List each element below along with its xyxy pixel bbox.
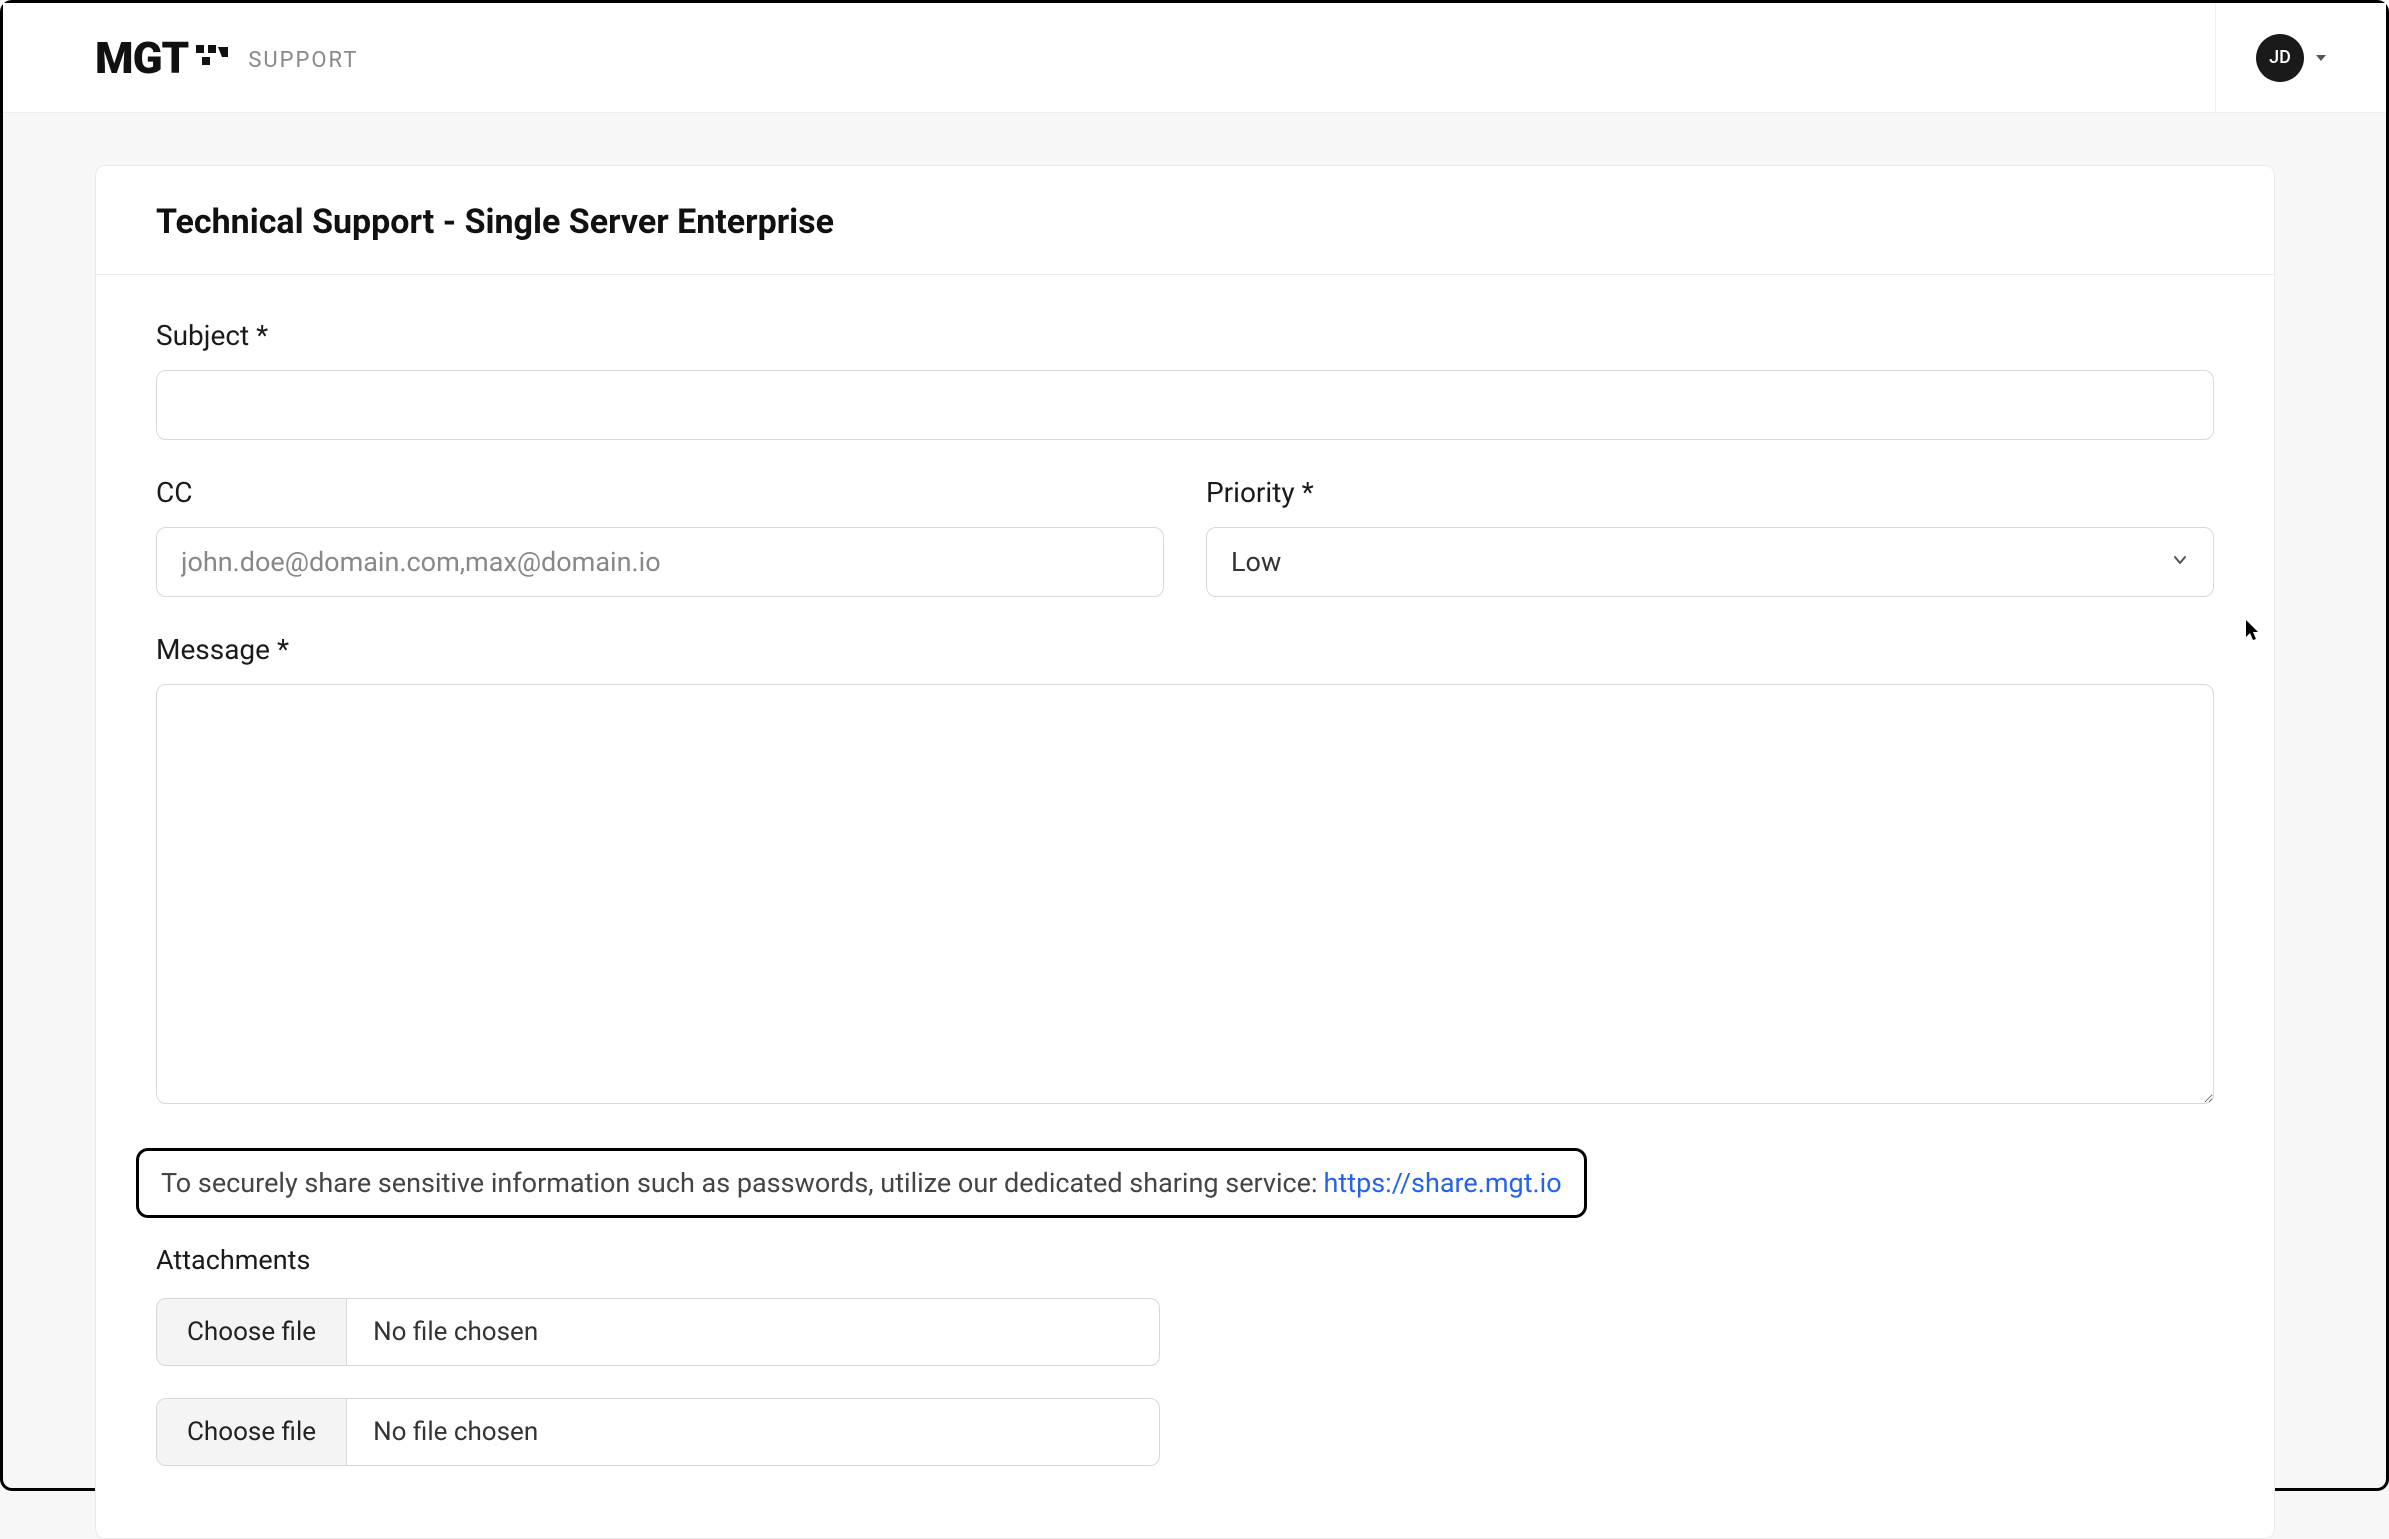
cc-input[interactable] (156, 527, 1164, 597)
subject-input[interactable] (156, 370, 2214, 440)
cc-label: CC (156, 476, 1164, 509)
notice-text: To securely share sensitive information … (161, 1167, 1318, 1199)
attachment-row-2: Choose file No file chosen (156, 1398, 1160, 1466)
subject-group: Subject * (156, 319, 2214, 440)
logo-mark-icon (196, 41, 230, 75)
secure-share-notice: To securely share sensitive information … (136, 1148, 1587, 1218)
message-textarea[interactable] (156, 684, 2214, 1104)
card-header: Technical Support - Single Server Enterp… (96, 166, 2274, 275)
secure-share-link[interactable]: https://share.mgt.io (1324, 1167, 1562, 1199)
main-content: Technical Support - Single Server Enterp… (3, 113, 2386, 1539)
brand: MGT SUPPORT (95, 32, 358, 84)
file-status: No file chosen (347, 1399, 564, 1465)
message-label: Message * (156, 633, 2214, 666)
avatar: JD (2256, 34, 2304, 82)
cc-group: CC (156, 476, 1164, 597)
choose-file-button[interactable]: Choose file (157, 1399, 347, 1465)
priority-select[interactable]: Low (1206, 527, 2214, 597)
file-status: No file chosen (347, 1299, 564, 1365)
chevron-down-icon (2316, 55, 2326, 61)
logo[interactable]: MGT (95, 32, 230, 84)
priority-label: Priority * (1206, 476, 2214, 509)
user-menu[interactable]: JD (2215, 3, 2326, 112)
top-navigation: MGT SUPPORT JD (3, 3, 2386, 113)
subject-label: Subject * (156, 319, 2214, 352)
ticket-form-card: Technical Support - Single Server Enterp… (95, 165, 2275, 1539)
card-body: Subject * CC Priority * Low (96, 275, 2274, 1538)
logo-text: MGT (95, 32, 188, 84)
support-label: SUPPORT (248, 48, 358, 73)
attachments-label: Attachments (156, 1244, 2214, 1276)
choose-file-button[interactable]: Choose file (157, 1299, 347, 1365)
attachment-row-1: Choose file No file chosen (156, 1298, 1160, 1366)
priority-group: Priority * Low (1206, 476, 2214, 597)
message-group: Message * (156, 633, 2214, 1104)
page-title: Technical Support - Single Server Enterp… (156, 202, 2214, 242)
